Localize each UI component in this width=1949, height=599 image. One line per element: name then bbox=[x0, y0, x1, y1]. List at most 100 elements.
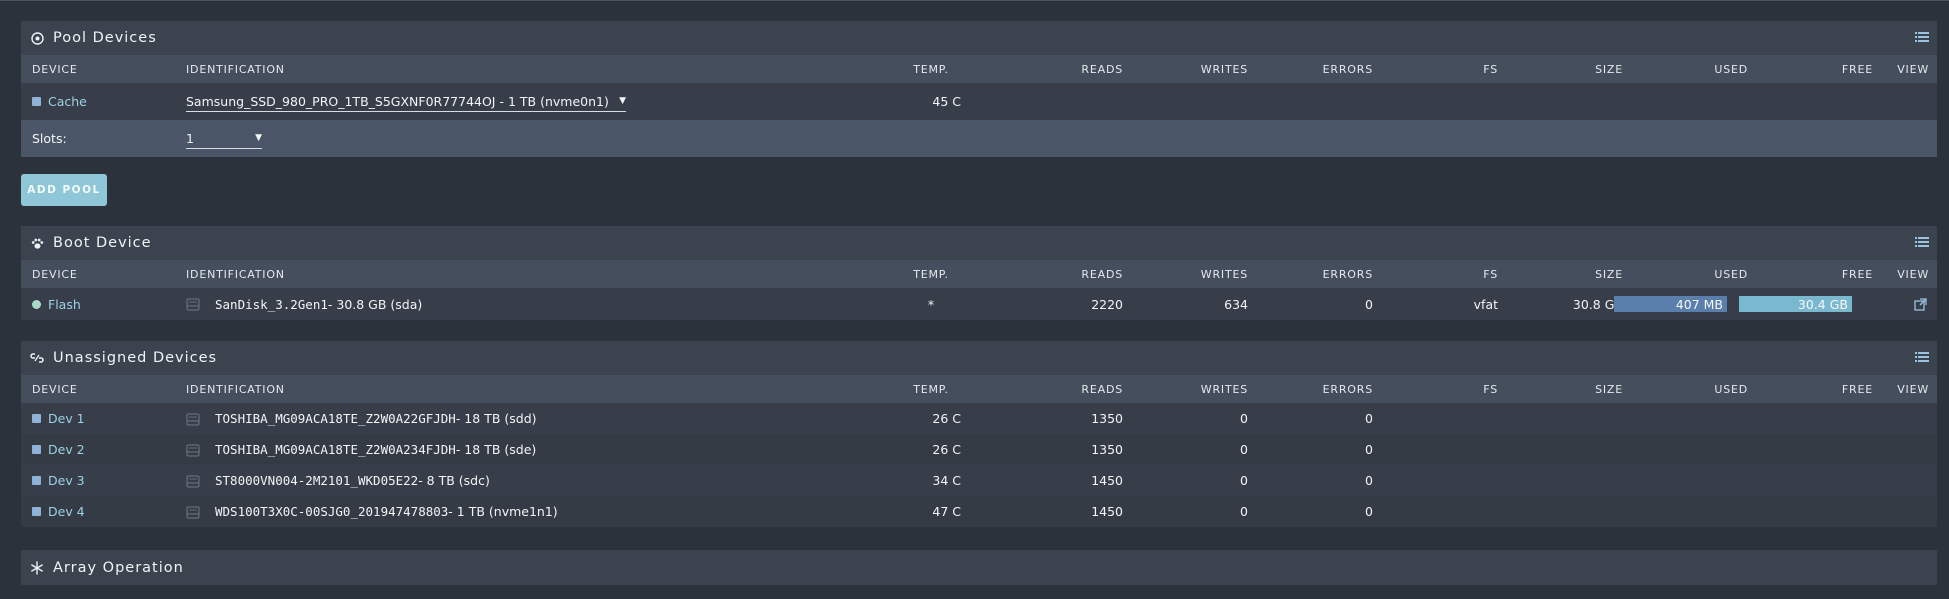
device-link-flash[interactable]: Flash bbox=[48, 297, 81, 312]
col-identification: IDENTIFICATION bbox=[186, 267, 285, 281]
identification-select-cell[interactable]: Samsung_SSD_980_PRO_1TB_S5GXNF0R77744OJ … bbox=[186, 83, 626, 120]
col-used: USED bbox=[1714, 267, 1748, 281]
hard-drive-icon bbox=[186, 506, 200, 518]
free-value: 30.4 GB bbox=[1797, 296, 1848, 312]
array-operation-header[interactable]: Array Operation bbox=[21, 550, 1937, 585]
col-size: SIZE bbox=[1595, 267, 1623, 281]
unassigned-devices-header: Unassigned Devices bbox=[21, 341, 1937, 375]
col-view: VIEW bbox=[1897, 267, 1929, 281]
device-link[interactable]: Dev 4 bbox=[48, 504, 85, 519]
slots-row: Slots: 1 ▼ bbox=[21, 120, 1937, 157]
col-used: USED bbox=[1714, 62, 1748, 76]
device-size: - 1 TB (nvme1n1) bbox=[448, 504, 558, 519]
boot-row-flash: Flash SanDisk_3.2Gen1 - 30.8 GB (sda) * … bbox=[21, 288, 1937, 320]
unlink-icon bbox=[30, 351, 44, 365]
col-identification: IDENTIFICATION bbox=[186, 382, 285, 396]
errors-cell: 0 bbox=[1365, 473, 1373, 488]
status-square-icon bbox=[32, 507, 41, 516]
identification-cell: TOSHIBA_MG09ACA18TE_Z2W0A234FJDH - 18 TB… bbox=[186, 434, 536, 465]
col-identification: IDENTIFICATION bbox=[186, 62, 285, 76]
writes-cell: 0 bbox=[1240, 504, 1248, 519]
errors-cell: 0 bbox=[1365, 442, 1373, 457]
errors-cell: 0 bbox=[1365, 411, 1373, 426]
writes-cell: 0 bbox=[1240, 411, 1248, 426]
col-errors: ERRORS bbox=[1322, 62, 1373, 76]
reads-cell: 1350 bbox=[1091, 411, 1123, 426]
writes-cell: 0 bbox=[1240, 442, 1248, 457]
boot-table-header: DEVICE IDENTIFICATION TEMP. READS WRITES… bbox=[21, 260, 1937, 288]
errors-cell: 0 bbox=[1365, 504, 1373, 519]
col-view: VIEW bbox=[1897, 382, 1929, 396]
pool-devices-header: Pool Devices bbox=[21, 21, 1937, 55]
col-writes: WRITES bbox=[1200, 267, 1248, 281]
list-icon[interactable] bbox=[1915, 32, 1929, 43]
status-square-icon bbox=[32, 414, 41, 423]
snowflake-icon bbox=[30, 560, 44, 575]
unassigned-devices-panel: Unassigned Devices DEVICE IDENTIFICATION… bbox=[21, 341, 1937, 527]
boot-device-title: Boot Device bbox=[53, 235, 152, 251]
hard-drive-icon bbox=[186, 413, 200, 425]
temp-cell: 26 C bbox=[932, 442, 961, 457]
identification-cell: WDS100T3X0C-00SJG0_201947478803 - 1 TB (… bbox=[186, 496, 558, 527]
device-cell[interactable]: Flash bbox=[32, 288, 81, 320]
temp-cell: 45 C bbox=[932, 94, 961, 109]
pool-device-select[interactable]: Samsung_SSD_980_PRO_1TB_S5GXNF0R77744OJ … bbox=[186, 91, 626, 112]
slots-select-value: 1 bbox=[186, 130, 194, 146]
array-operation-panel: Array Operation bbox=[21, 550, 1937, 585]
list-icon[interactable] bbox=[1915, 237, 1929, 248]
device-cell[interactable]: Dev 1 bbox=[32, 403, 85, 434]
device-name: TOSHIBA_MG09ACA18TE_Z2W0A22GFJDH bbox=[215, 411, 456, 426]
identification-cell: SanDisk_3.2Gen1 - 30.8 GB (sda) bbox=[186, 288, 422, 320]
device-link[interactable]: Dev 2 bbox=[48, 442, 85, 457]
device-cell[interactable]: Dev 4 bbox=[32, 496, 85, 527]
device-link[interactable]: Dev 1 bbox=[48, 411, 85, 426]
col-reads: READS bbox=[1081, 382, 1123, 396]
table-row: Dev 4 WDS100T3X0C-00SJG0_201947478803 - … bbox=[21, 496, 1937, 527]
col-fs: FS bbox=[1483, 267, 1498, 281]
status-square-icon bbox=[32, 476, 41, 485]
col-reads: READS bbox=[1081, 267, 1123, 281]
temp-cell: 47 C bbox=[932, 504, 961, 519]
used-value: 407 MB bbox=[1675, 296, 1723, 312]
unassigned-table-header: DEVICE IDENTIFICATION TEMP. READS WRITES… bbox=[21, 375, 1937, 403]
add-pool-button[interactable]: ADD POOL bbox=[21, 174, 107, 206]
pool-device-select-value: Samsung_SSD_980_PRO_1TB_S5GXNF0R77744OJ … bbox=[186, 93, 609, 109]
slots-label: Slots: bbox=[32, 131, 67, 146]
device-size: - 18 TB (sde) bbox=[455, 442, 537, 457]
writes-cell: 0 bbox=[1240, 473, 1248, 488]
external-link-icon[interactable] bbox=[1914, 297, 1927, 311]
slots-select-cell[interactable]: 1 ▼ bbox=[186, 120, 262, 157]
table-row: Dev 1 TOSHIBA_MG09ACA18TE_Z2W0A22GFJDH -… bbox=[21, 403, 1937, 434]
identification-cell: TOSHIBA_MG09ACA18TE_Z2W0A22GFJDH - 18 TB… bbox=[186, 403, 537, 434]
pool-table-header: DEVICE IDENTIFICATION TEMP. READS WRITES… bbox=[21, 55, 1937, 83]
size-cell: 30.8 GB bbox=[1572, 296, 1623, 312]
hard-drive-icon bbox=[186, 475, 200, 487]
paw-icon bbox=[30, 236, 44, 250]
device-size: - 18 TB (sdd) bbox=[455, 411, 537, 426]
col-used: USED bbox=[1714, 382, 1748, 396]
device-name: SanDisk_3.2Gen1 bbox=[215, 296, 328, 312]
col-reads: READS bbox=[1081, 62, 1123, 76]
col-temp: TEMP. bbox=[913, 62, 949, 76]
col-fs: FS bbox=[1483, 382, 1498, 396]
top-divider bbox=[0, 0, 1949, 1]
col-fs: FS bbox=[1483, 62, 1498, 76]
temp-cell: 26 C bbox=[932, 411, 961, 426]
list-icon[interactable] bbox=[1915, 352, 1929, 363]
col-free: FREE bbox=[1841, 267, 1873, 281]
view-cell[interactable] bbox=[1876, 288, 1927, 320]
slots-select[interactable]: 1 ▼ bbox=[186, 128, 262, 149]
device-link-cache[interactable]: Cache bbox=[48, 94, 87, 109]
col-device: DEVICE bbox=[32, 62, 78, 76]
device-cell[interactable]: Cache bbox=[32, 83, 87, 120]
fs-cell: vfat bbox=[1473, 296, 1498, 312]
col-device: DEVICE bbox=[32, 267, 78, 281]
unassigned-devices-title: Unassigned Devices bbox=[53, 350, 218, 366]
device-link[interactable]: Dev 3 bbox=[48, 473, 85, 488]
device-cell[interactable]: Dev 3 bbox=[32, 465, 85, 496]
device-name: TOSHIBA_MG09ACA18TE_Z2W0A234FJDH bbox=[215, 442, 456, 457]
device-cell[interactable]: Dev 2 bbox=[32, 434, 85, 465]
col-temp: TEMP. bbox=[913, 382, 949, 396]
errors-cell: 0 bbox=[1365, 296, 1373, 312]
col-temp: TEMP. bbox=[913, 267, 949, 281]
